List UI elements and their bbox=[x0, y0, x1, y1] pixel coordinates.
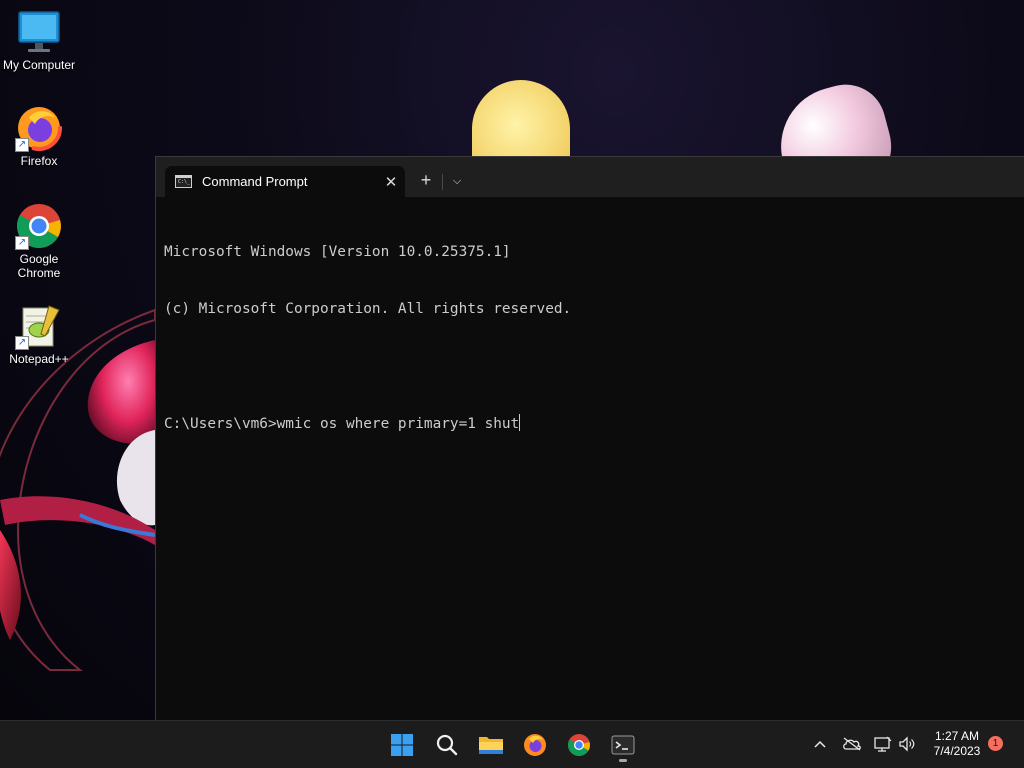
chevron-down-icon[interactable]: ⌵ bbox=[446, 169, 468, 193]
volume-button[interactable] bbox=[896, 733, 918, 755]
clock-date: 7/4/2023 bbox=[933, 744, 981, 758]
firefox-taskbar-button[interactable] bbox=[517, 727, 553, 763]
console-output[interactable]: Microsoft Windows [Version 10.0.25375.1]… bbox=[156, 197, 1024, 479]
desktop-icon-label: Google bbox=[19, 252, 59, 266]
desktop-icon-label: Notepad++ bbox=[9, 352, 69, 366]
active-app-indicator bbox=[619, 759, 627, 762]
chrome-taskbar-button[interactable] bbox=[561, 727, 597, 763]
close-tab-button[interactable]: ✕ bbox=[377, 173, 405, 191]
shortcut-arrow-icon: ↗ bbox=[15, 236, 29, 250]
cloud-offline-icon bbox=[843, 737, 861, 751]
firefox-icon: ↗ bbox=[15, 104, 63, 152]
taskbar: 1:27 AM 7/4/2023 bbox=[0, 720, 1024, 768]
tab-title: Command Prompt bbox=[202, 174, 308, 189]
terminal-window[interactable]: C:\_ Command Prompt ✕ + ⌵ Microsoft Wind… bbox=[155, 156, 1024, 721]
chevron-up-icon bbox=[814, 740, 826, 748]
chrome-icon: ↗ bbox=[15, 202, 63, 250]
clock-time: 1:27 AM bbox=[934, 729, 980, 743]
chrome-icon bbox=[568, 734, 590, 756]
shortcut-arrow-icon: ↗ bbox=[15, 138, 29, 152]
command-prompt-icon: C:\_ bbox=[175, 175, 192, 188]
desktop-icon-chrome[interactable]: ↗ Google Chrome bbox=[0, 202, 78, 280]
text-cursor bbox=[519, 414, 521, 431]
desktop-icon-my-computer[interactable]: My Computer bbox=[0, 8, 78, 72]
console-line: Microsoft Windows [Version 10.0.25375.1] bbox=[164, 244, 511, 260]
terminal-taskbar-button[interactable] bbox=[605, 727, 641, 763]
notification-badge[interactable]: 1 bbox=[988, 736, 1003, 751]
onedrive-button[interactable] bbox=[841, 733, 863, 755]
speaker-icon bbox=[899, 736, 915, 752]
file-explorer-button[interactable] bbox=[473, 727, 509, 763]
tab-separator bbox=[442, 174, 443, 190]
console-line: (c) Microsoft Corporation. All rights re… bbox=[164, 301, 572, 317]
desktop-icon-label: Chrome bbox=[17, 266, 61, 280]
start-button[interactable] bbox=[384, 727, 420, 763]
search-button[interactable] bbox=[429, 727, 465, 763]
network-icon bbox=[874, 736, 892, 752]
console-command: C:\Users\vm6>wmic os where primary=1 shu… bbox=[164, 416, 520, 432]
desktop-icon-label: My Computer bbox=[2, 58, 76, 72]
desktop-icon-notepadpp[interactable]: ↗ Notepad++ bbox=[0, 302, 78, 366]
firefox-icon bbox=[524, 734, 546, 756]
shortcut-arrow-icon: ↗ bbox=[15, 336, 29, 350]
notepadpp-icon: ↗ bbox=[15, 302, 63, 350]
desktop-icon-firefox[interactable]: ↗ Firefox bbox=[0, 104, 78, 168]
new-tab-button[interactable]: + bbox=[414, 169, 438, 193]
desktop-icon-label: Firefox bbox=[20, 154, 58, 168]
network-button[interactable] bbox=[872, 733, 894, 755]
tab-command-prompt[interactable]: C:\_ Command Prompt ✕ bbox=[165, 166, 405, 197]
search-icon bbox=[436, 734, 458, 756]
monitor-icon bbox=[15, 8, 63, 56]
terminal-icon bbox=[611, 735, 635, 755]
file-explorer-icon bbox=[479, 737, 503, 754]
show-hidden-icons-button[interactable] bbox=[809, 733, 831, 755]
terminal-tab-bar: C:\_ Command Prompt ✕ + ⌵ bbox=[156, 157, 1024, 197]
clock[interactable]: 1:27 AM 7/4/2023 bbox=[922, 729, 992, 759]
start-icon bbox=[391, 734, 413, 756]
console-input-line[interactable]: C:\Users\vm6>wmic os where primary=1 shu… bbox=[164, 414, 1017, 433]
